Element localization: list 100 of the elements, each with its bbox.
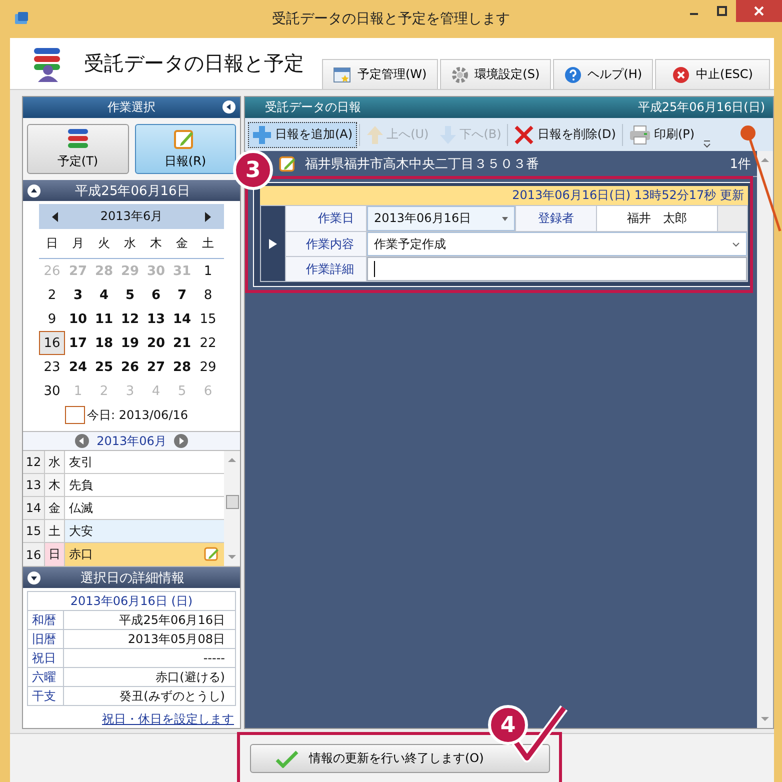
stack-icon	[66, 128, 90, 150]
calendar-day[interactable]: 16	[39, 331, 65, 355]
details-input-field[interactable]	[367, 257, 747, 281]
detail-value: 2013年05月08日	[64, 630, 236, 648]
up-arrow-icon	[366, 124, 384, 144]
calendar-day[interactable]: 4	[91, 283, 117, 307]
rokuyo-cell[interactable]: 赤口	[65, 543, 224, 566]
calendar-day[interactable]: 27	[143, 355, 169, 379]
plus-icon	[252, 124, 272, 144]
calendar-day[interactable]: 14	[169, 307, 195, 331]
update-timestamp: 2013年06月16日(日) 13時52分17秒 更新	[260, 186, 748, 205]
weekday-label: 月	[72, 235, 84, 252]
overflow-icon[interactable]	[702, 138, 711, 148]
checkmark-icon	[275, 750, 299, 768]
group-title: 福井県福井市高木中央二丁目３５０３番	[305, 156, 540, 172]
notepad-icon	[279, 154, 297, 172]
calendar-day[interactable]: 6	[143, 283, 169, 307]
maximize-icon[interactable]	[717, 6, 727, 16]
scrollbar[interactable]	[224, 451, 240, 566]
delete-icon	[514, 124, 534, 144]
today-label[interactable]: 今日: 2013/06/16	[86, 406, 188, 424]
next-icon[interactable]	[174, 434, 188, 448]
print-button[interactable]: 印刷(P)	[624, 122, 699, 148]
dropdown-icon	[732, 242, 740, 246]
calendar-day[interactable]: 24	[65, 355, 91, 379]
help-icon	[564, 66, 582, 84]
calendar-day[interactable]: 8	[195, 283, 221, 307]
current-row-icon	[269, 238, 277, 248]
holiday-settings-link[interactable]: 祝日・休日を設定します	[102, 712, 234, 726]
update-and-exit-button[interactable]: 情報の更新を行い終了します(O)	[250, 744, 550, 773]
content-dropdown[interactable]: 作業予定作成	[367, 232, 747, 256]
calendar-day[interactable]: 12	[117, 307, 143, 331]
scrollbar-thumb[interactable]	[226, 495, 239, 509]
detail-label: 干支	[28, 686, 64, 706]
weekday-cell: 金	[45, 497, 65, 519]
weekday-label: 金	[176, 235, 188, 252]
cancel-icon	[672, 66, 690, 84]
calendar-day[interactable]: 26	[117, 355, 143, 379]
collapse-icon[interactable]	[222, 100, 236, 114]
today-marker-icon	[64, 406, 85, 424]
calendar-day[interactable]: 7	[169, 283, 195, 307]
date-dropdown[interactable]: 2013年06月16日	[367, 206, 515, 231]
weekday-label: 火	[98, 235, 110, 252]
detail-value: 平成25年06月16日	[64, 610, 236, 630]
detail-label: 祝日	[28, 648, 64, 668]
weekday-cell: 土	[45, 520, 65, 542]
calendar-day[interactable]: 25	[91, 355, 117, 379]
calendar-day[interactable]: 17	[65, 331, 91, 355]
collapse-icon[interactable]	[27, 184, 41, 198]
gear-icon	[450, 66, 469, 84]
cancel-button[interactable]: 中止(ESC)	[655, 59, 770, 89]
weekday-label: 水	[124, 235, 136, 252]
app-icon	[14, 11, 30, 27]
calendar-day[interactable]: 3	[65, 283, 91, 307]
detail-label: 旧暦	[28, 630, 64, 648]
schedule-mode-button[interactable]: 予定(T)	[27, 124, 128, 174]
previous-icon[interactable]	[74, 434, 89, 448]
rokuyo-cell[interactable]: 大安	[65, 520, 224, 542]
calendar-day[interactable]: 5	[117, 283, 143, 307]
calendar-day[interactable]: 21	[169, 331, 195, 355]
scroll-down-icon[interactable]	[761, 716, 769, 722]
scroll-up-icon[interactable]	[761, 157, 769, 163]
next-icon[interactable]	[204, 212, 212, 222]
calendar-day[interactable]: 22	[195, 331, 221, 355]
detail-label: 六曜	[28, 668, 64, 686]
calendar-day[interactable]: 9	[39, 307, 65, 331]
scrollbar[interactable]	[757, 151, 773, 728]
window-title: 受託データの日報と予定を管理します	[272, 10, 510, 28]
calendar-day[interactable]: 10	[65, 307, 91, 331]
delete-button[interactable]: 日報を削除(D)	[510, 122, 620, 148]
detail-value: 赤口(避ける)	[64, 668, 236, 686]
previous-icon[interactable]	[51, 212, 59, 222]
calendar-day[interactable]: 15	[195, 307, 221, 331]
scroll-down-icon[interactable]	[228, 554, 236, 560]
calendar-date: 平成25年06月16日	[74, 182, 191, 200]
weekday-label: 日	[46, 235, 58, 252]
calendar-day[interactable]: 19	[117, 331, 143, 355]
report-mode-button[interactable]: 日報(R)	[134, 124, 236, 174]
scroll-up-icon[interactable]	[228, 457, 236, 463]
calendar-day[interactable]: 30	[39, 379, 65, 403]
close-button[interactable]	[736, 0, 782, 22]
gear-button[interactable]: 環境設定(S)	[440, 59, 551, 89]
field-label: 登録者	[516, 206, 596, 231]
field-label: 作業日	[286, 206, 366, 231]
calendar-day[interactable]: 2	[39, 283, 65, 307]
calendar-day[interactable]: 20	[143, 331, 169, 355]
calendar-day[interactable]: 23	[39, 355, 65, 379]
expand-icon[interactable]	[27, 570, 41, 584]
calendar-button[interactable]: 予定管理(W)	[322, 59, 438, 89]
calendar-day[interactable]: 13	[143, 307, 169, 331]
help-button[interactable]: ヘルプ(H)	[552, 59, 654, 89]
weekday-label: 土	[202, 235, 214, 252]
calendar-day[interactable]: 28	[169, 355, 195, 379]
day-cell: 12	[23, 451, 45, 473]
add-button[interactable]: 日報を追加(A)	[248, 122, 357, 148]
app-title: 受託データの日報と予定	[84, 50, 304, 77]
calendar-day[interactable]: 18	[91, 331, 117, 355]
calendar-day[interactable]: 11	[91, 307, 117, 331]
calendar-day[interactable]: 1	[195, 259, 221, 283]
calendar-day[interactable]: 29	[195, 355, 221, 379]
